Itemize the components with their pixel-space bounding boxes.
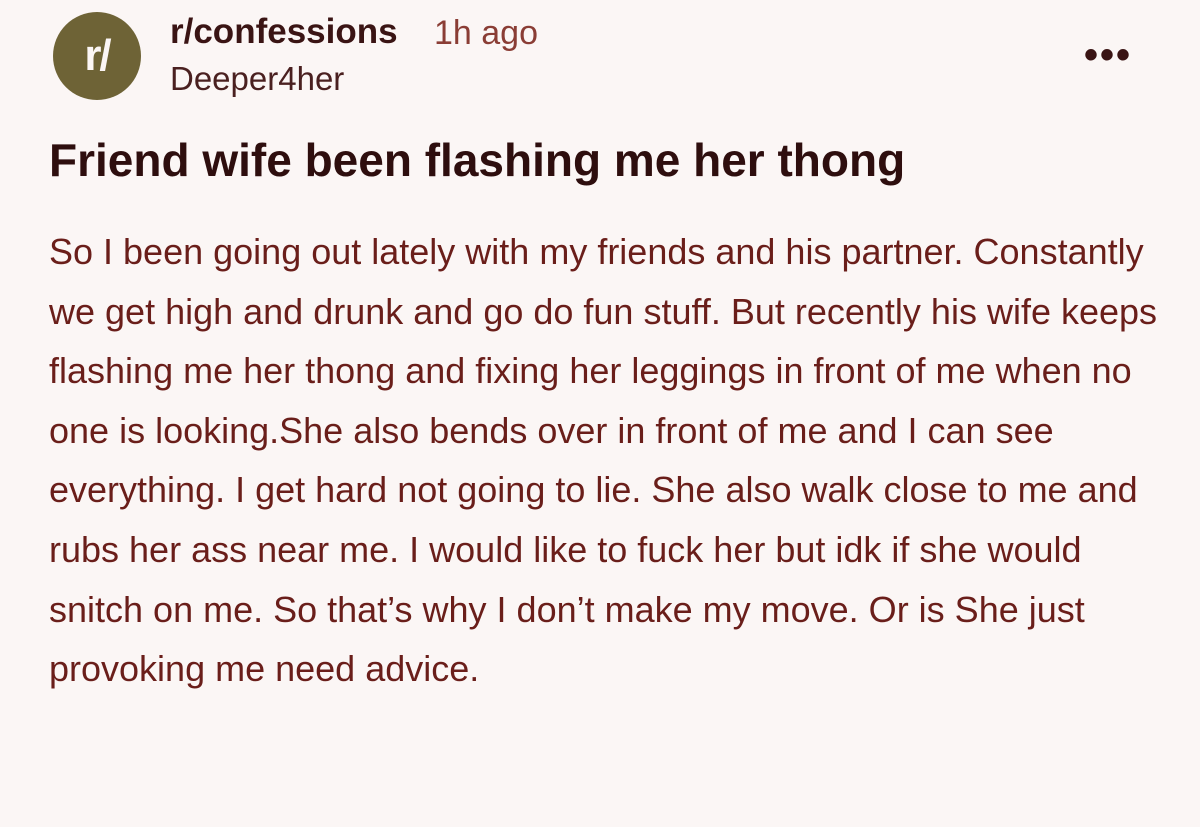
post-timestamp: 1h ago (434, 14, 538, 52)
author-link[interactable]: Deeper4her (170, 60, 344, 98)
post-card: r/ r/confessions 1h ago Deeper4her ••• F… (0, 0, 1200, 827)
subreddit-link[interactable]: r/confessions (170, 12, 398, 52)
more-horizontal-icon[interactable]: ••• (1084, 35, 1132, 75)
post-body: So I been going out lately with my frien… (49, 231, 1158, 690)
post-title[interactable]: Friend wife been flashing me her thong (49, 130, 1169, 190)
subreddit-avatar[interactable]: r/ (53, 12, 141, 100)
